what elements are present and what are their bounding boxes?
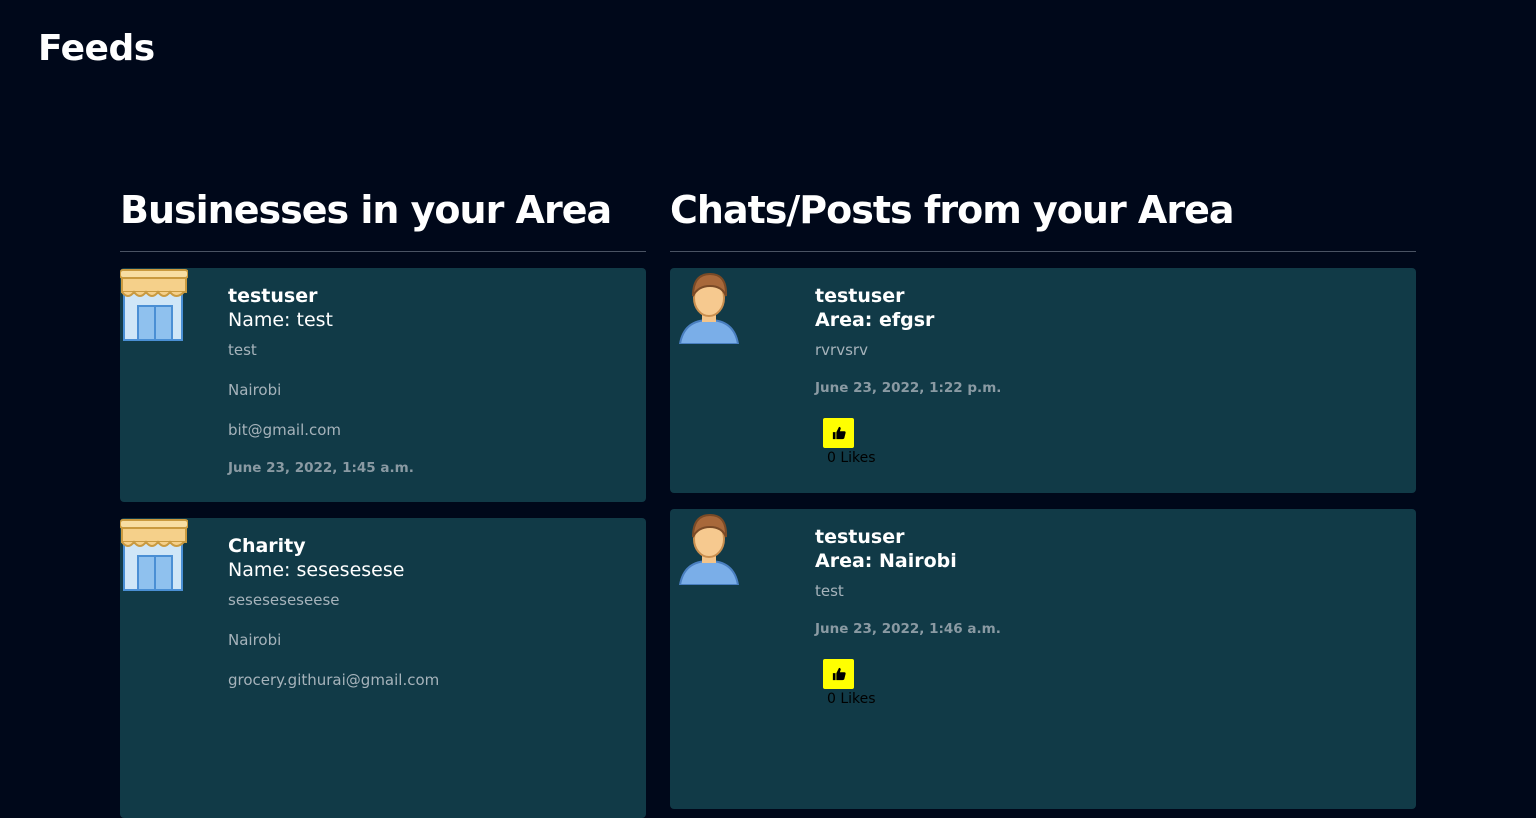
business-owner: Charity bbox=[228, 535, 306, 557]
shop-icon bbox=[120, 519, 188, 591]
post-timestamp: June 23, 2022, 1:22 p.m. bbox=[815, 380, 1002, 396]
business-email: grocery.githurai@gmail.com bbox=[228, 671, 440, 689]
chats-heading: Chats/Posts from your Area bbox=[670, 188, 1235, 232]
business-email: bit@gmail.com bbox=[228, 421, 342, 439]
post-author: testuser bbox=[815, 526, 905, 548]
business-location: Nairobi bbox=[228, 381, 282, 399]
like-button[interactable] bbox=[823, 418, 854, 448]
business-location: Nairobi bbox=[228, 631, 282, 649]
post-message: test bbox=[815, 582, 844, 600]
post-author: testuser bbox=[815, 285, 905, 307]
chats-section: Chats/Posts from your Area testuser Area… bbox=[670, 186, 1416, 809]
businesses-heading: Businesses in your Area bbox=[120, 188, 612, 232]
like-button[interactable] bbox=[823, 659, 854, 689]
businesses-section: Businesses in your Area testuser Name: t… bbox=[120, 186, 646, 818]
business-description: seseseseseese bbox=[228, 591, 340, 609]
chat-post-card[interactable]: testuser Area: Nairobi test June 23, 202… bbox=[670, 509, 1416, 809]
like-row: 0 Likes bbox=[823, 418, 1406, 466]
thumbs-up-icon bbox=[832, 667, 846, 681]
business-card[interactable]: Charity Name: sesesesese seseseseseese N… bbox=[120, 518, 646, 818]
section-divider bbox=[120, 251, 646, 252]
shop-icon bbox=[120, 269, 188, 341]
business-owner: testuser bbox=[228, 285, 318, 307]
business-timestamp: June 23, 2022, 1:45 a.m. bbox=[228, 460, 414, 476]
thumbs-up-icon bbox=[832, 426, 846, 440]
business-name: Name: test bbox=[228, 309, 333, 331]
business-card[interactable]: testuser Name: test test Nairobi bit@gma… bbox=[120, 268, 646, 502]
business-name: Name: sesesesese bbox=[228, 559, 405, 581]
chat-post-card[interactable]: testuser Area: efgsr rvrvsrv June 23, 20… bbox=[670, 268, 1416, 493]
page-title: Feeds bbox=[38, 28, 155, 69]
post-message: rvrvsrv bbox=[815, 341, 868, 359]
user-avatar-icon bbox=[678, 272, 740, 344]
likes-count: 0 Likes bbox=[827, 450, 876, 466]
section-divider bbox=[670, 251, 1416, 252]
business-description: test bbox=[228, 341, 257, 359]
user-avatar-icon bbox=[678, 513, 740, 585]
post-timestamp: June 23, 2022, 1:46 a.m. bbox=[815, 621, 1001, 637]
like-row: 0 Likes bbox=[823, 659, 1406, 707]
likes-count: 0 Likes bbox=[827, 691, 876, 707]
post-area: Area: efgsr bbox=[815, 309, 935, 331]
post-area: Area: Nairobi bbox=[815, 550, 957, 572]
